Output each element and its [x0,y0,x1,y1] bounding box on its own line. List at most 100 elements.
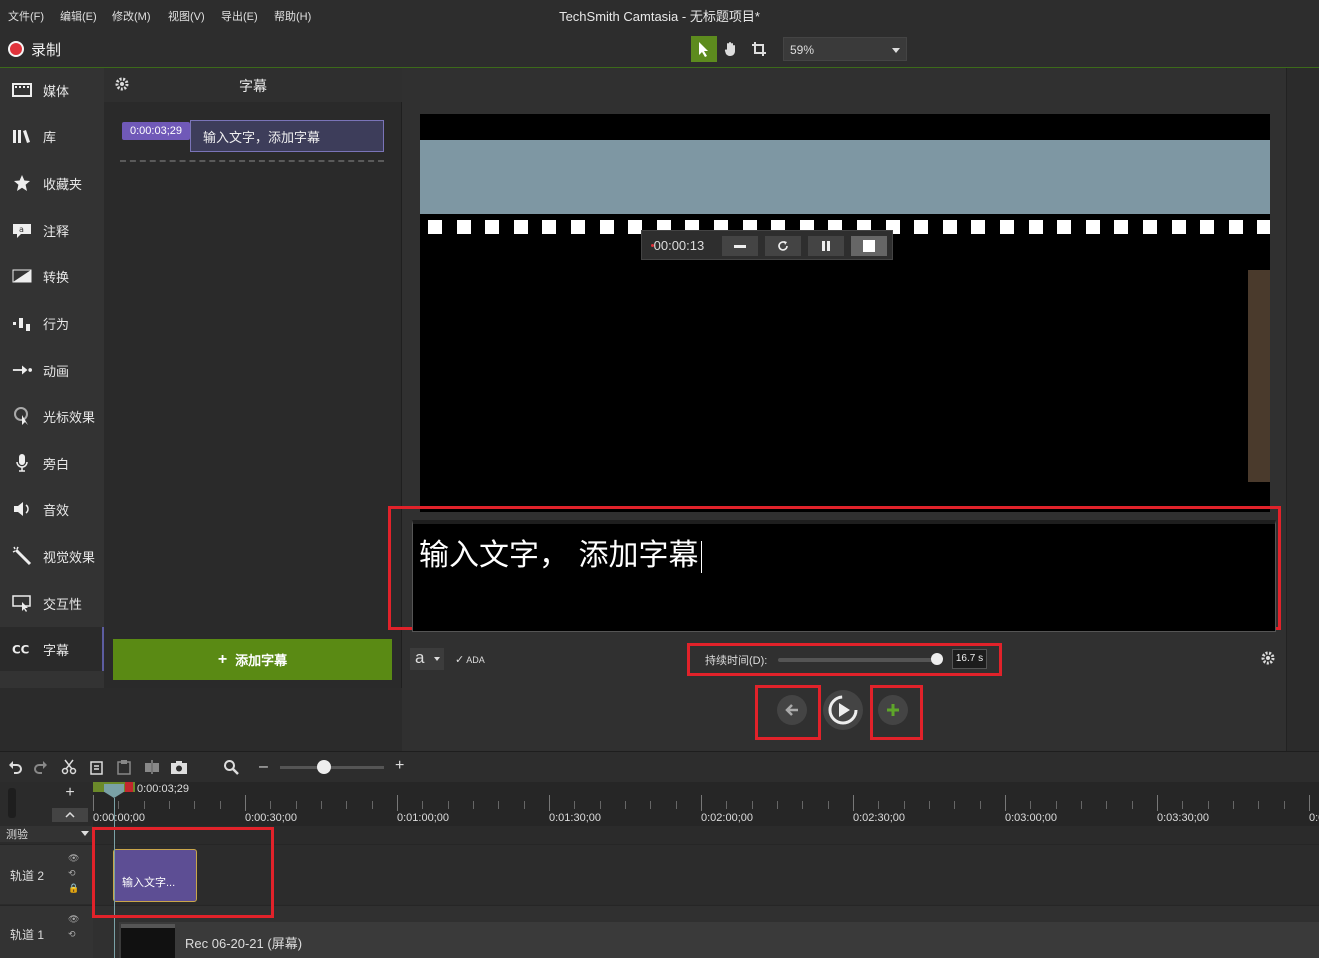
duration-label: 持续时间(D): [705,655,768,667]
ruler-minor-tick [346,801,348,809]
sidebar-item-behaviors[interactable]: 行为 [0,301,104,345]
checkmark-icon: ✓ [455,654,465,666]
chevron-down-icon [434,657,440,661]
sidebar-item-media[interactable]: 媒体 [0,68,104,112]
ruler-tick-label: 0:02:00;00 [701,812,753,824]
ruler-tick-label: 0:03:00;00 [1005,812,1057,824]
caption-timestamp: 0:00:03;29 [122,122,190,140]
cut-button[interactable] [60,758,78,776]
track-header-2[interactable]: 轨道 2 👁 ⟲ 🔒 [0,844,93,904]
sidebar-item-label: 动画 [43,363,70,379]
sidebar-item-cursor-effects[interactable]: 光标效果 [0,394,104,438]
library-icon [12,127,32,145]
sidebar-item-favorites[interactable]: 收藏夹 [0,161,104,205]
add-caption-button[interactable]: + 添加字幕 [113,639,392,680]
ruler-minor-tick [777,801,778,809]
gear-icon[interactable] [1260,650,1276,671]
sidebar-item-label: 字幕 [43,642,70,658]
crop-tool-button[interactable] [746,36,772,62]
pause-recording-button[interactable] [808,236,844,256]
pause-icon [822,241,830,251]
zoom-out-button[interactable]: – [259,758,268,776]
sidebar-item-audio-effects[interactable]: 音效 [0,487,104,531]
font-dropdown[interactable]: a [410,648,444,670]
split-button[interactable] [143,758,161,776]
ruler-minor-tick [371,801,373,809]
sidebar-item-annotations[interactable]: a 注释 [0,208,104,252]
zoom-dropdown[interactable]: 59% [783,37,907,61]
audio-icon [12,500,32,518]
sidebar-item-captions[interactable]: CC 字幕 [0,627,104,671]
ruler-tick-label: 0:0 [1309,812,1319,824]
sidebar-item-voice-narration[interactable]: 旁白 [0,441,104,485]
ruler-minor-tick [422,801,424,809]
track-lane-2[interactable]: 输入文字... [93,844,1319,904]
duration-slider-handle[interactable] [930,653,943,665]
ruler-minor-tick [118,801,120,809]
track-visibility-icons[interactable]: 👁 ⟲ 🔒 [68,851,79,896]
sidebar-item-visual-effects[interactable]: 视觉效果 [0,534,104,578]
track-header-1[interactable]: 轨道 1 👁 ⟲ [0,905,93,958]
duration-slider-track[interactable] [778,658,940,662]
undo-icon [9,761,22,774]
sidebar-item-interactivity[interactable]: 交互性 [0,581,104,625]
ruler-major-tick [1157,795,1158,811]
add-next-caption-button[interactable] [878,695,908,725]
playhead-out-marker[interactable] [125,782,133,792]
ruler-minor-tick [194,801,196,809]
timeline-zoom-handle[interactable] [317,760,331,774]
sidebar-item-label: 库 [43,129,57,145]
caption-text[interactable]: 输入文字，添加字幕 [190,120,384,152]
pan-tool-button[interactable] [718,36,744,62]
timeline-height-slider[interactable] [8,788,16,818]
add-track-button[interactable]: + [52,784,88,802]
preview-canvas[interactable]: 00:00:13 [420,114,1270,512]
ada-checkbox[interactable]: ✓ ADA [455,653,485,666]
caption-editor-text[interactable]: 输入文字， 添加字幕 [419,538,699,573]
film-hole [456,220,471,234]
previous-caption-button[interactable] [777,695,807,725]
copy-button[interactable] [88,758,106,776]
restart-recording-button[interactable] [765,236,801,256]
ruler-major-tick [93,795,94,811]
undo-button[interactable] [6,758,24,776]
duration-value-input[interactable]: 16.7 s [952,649,987,669]
playhead[interactable] [104,784,124,798]
zoom-in-button[interactable]: + [395,757,404,775]
sidebar-item-transitions[interactable]: 转换 [0,254,104,298]
paste-button[interactable] [115,758,133,776]
svg-text:a: a [19,225,24,234]
sidebar-item-library[interactable]: 库 [0,114,104,158]
caption-list-item[interactable]: 0:00:03;29 输入文字，添加字幕 [120,120,384,152]
chevron-down-icon [81,831,89,836]
film-hole [599,220,614,234]
caption-text-editor[interactable]: 输入文字， 添加字幕 [412,520,1276,632]
plus-icon [887,704,899,716]
timeline-zoom-track[interactable] [280,766,384,769]
ruler-minor-tick [1106,801,1108,809]
ruler-major-tick [397,795,398,811]
sidebar-item-animations[interactable]: 动画 [0,348,104,392]
collapse-tracks-button[interactable] [52,808,88,822]
zoom-fit-button[interactable] [222,758,240,776]
scissors-icon [61,759,77,775]
snapshot-button[interactable] [170,758,188,776]
play-caption-button[interactable] [823,690,863,730]
sidebar-item-label: 光标效果 [43,409,96,425]
delete-recording-button[interactable] [722,236,758,256]
film-hole [513,220,528,234]
film-hole [1114,220,1129,234]
quiz-track-label[interactable]: 测验 [0,826,93,842]
stop-recording-button[interactable] [851,236,887,256]
recording-clip[interactable]: Rec 06-20-21 (屏幕) [119,922,1319,958]
timeline-ruler[interactable]: 0:00:00;00 0:00:30;00 0:01:00;00 0:01:30;00… [93,782,1319,826]
redo-button[interactable] [32,758,50,776]
select-tool-button[interactable] [691,36,717,62]
ruler-tick-label: 0:01:30;00 [549,812,601,824]
restart-icon [778,241,788,251]
track-lane-1[interactable]: Rec 06-20-21 (屏幕) [93,905,1319,958]
stop-icon [863,240,875,252]
track-visibility-icons[interactable]: 👁 ⟲ [68,912,79,942]
film-hole [1057,220,1072,234]
record-button[interactable]: 录制 [8,38,61,60]
